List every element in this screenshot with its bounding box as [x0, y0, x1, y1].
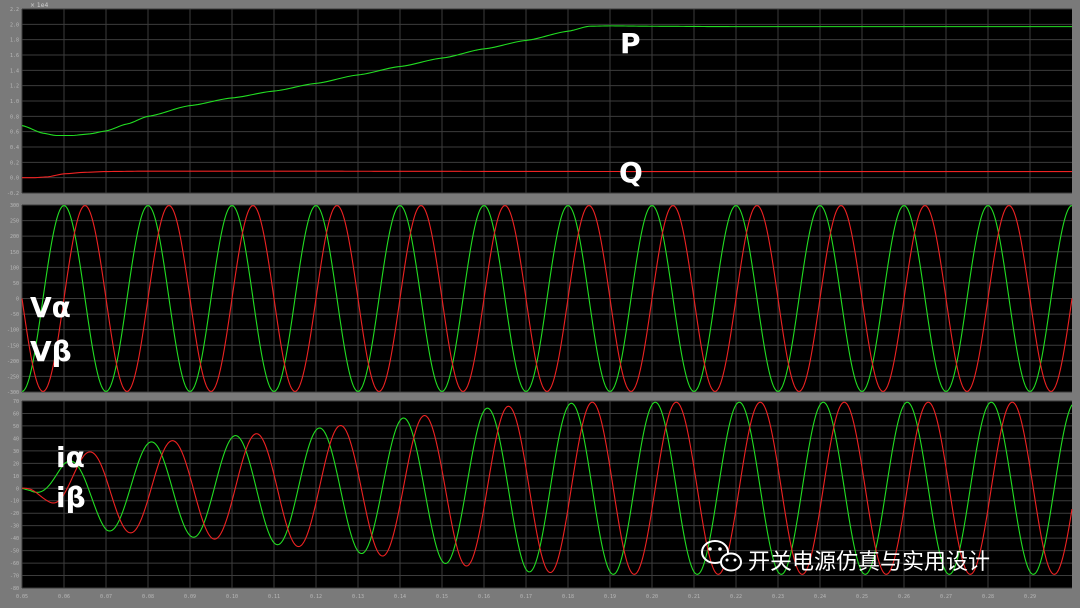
y-tick-label: -40	[10, 536, 19, 542]
label-i-beta: iβ	[56, 481, 86, 514]
x-tick-label: 0.17	[520, 594, 532, 600]
y-tick-label: -150	[7, 343, 19, 349]
y-tick-label: 2.2	[10, 7, 19, 13]
label-q: Q	[619, 156, 643, 189]
panel-current-yticks: 70 60 50 40 30 20 10 0 -10 -20 -30 -40 -50 -60 -70 -80	[10, 399, 19, 592]
y-tick-label: 0	[16, 486, 19, 492]
oscilloscope-view: -0.2 0.0 0.2 0.4 0.6 0.8 1.0 1.2 1.4 1.6 1.8 2.0 2.2…	[7, 2, 1073, 600]
y-tick-label: -50	[10, 549, 19, 555]
x-tick-label: 0.11	[268, 594, 280, 600]
y-tick-label: 200	[10, 234, 19, 240]
y-tick-label: -20	[10, 511, 19, 517]
x-tick-label: 0.10	[226, 594, 238, 600]
x-tick-label: 0.05	[16, 594, 28, 600]
y-tick-label: 40	[13, 436, 19, 442]
x-tick-label: 0.22	[730, 594, 742, 600]
x-tick-label: 0.24	[814, 594, 826, 600]
y-tick-label: 2.0	[10, 22, 19, 28]
y-tick-label: -100	[7, 328, 19, 334]
x-tick-label: 0.21	[688, 594, 700, 600]
y-tick-label: 50	[13, 281, 19, 287]
y-tick-label: 1.6	[10, 53, 19, 59]
panel-voltage: 300 250 200 150 100 50 0 -50 -100 -150 -200 -250 -30…	[7, 203, 1073, 396]
x-tick-label: 0.23	[772, 594, 784, 600]
x-tick-label: 0.15	[436, 594, 448, 600]
x-tick-label: 0.07	[100, 594, 112, 600]
y-tick-label: 30	[13, 449, 19, 455]
y-tick-label: -200	[7, 359, 19, 365]
y-tick-label: 10	[13, 474, 19, 480]
label-v-beta: Vβ	[30, 335, 72, 368]
x-tick-label: 0.13	[352, 594, 364, 600]
y-tick-label: -250	[7, 374, 19, 380]
x-tick-label: 0.12	[310, 594, 322, 600]
label-p: P	[620, 27, 641, 60]
x-tick-label: 0.29	[1024, 594, 1036, 600]
x-tick-label: 0.19	[604, 594, 616, 600]
x-tick-label: 0.18	[562, 594, 574, 600]
y-tick-label: -70	[10, 574, 19, 580]
y-tick-label: -10	[10, 499, 19, 505]
x-tick-label: 0.28	[982, 594, 994, 600]
x-tick-label: 0.06	[58, 594, 70, 600]
y-tick-label: 50	[13, 424, 19, 430]
y-tick-label: 150	[10, 250, 19, 256]
y-tick-label: 0.8	[10, 114, 19, 120]
y-tick-label: -60	[10, 561, 19, 567]
x-tick-label: 0.27	[940, 594, 952, 600]
y-tick-label: -80	[10, 586, 19, 592]
y-tick-label: 60	[13, 411, 19, 417]
y-tick-label: 1.0	[10, 99, 19, 105]
x-tick-label: 0.08	[142, 594, 154, 600]
panel-power-yticks: -0.2 0.0 0.2 0.4 0.6 0.8 1.0 1.2 1.4 1.6 1.8 2.0 2.2	[7, 7, 19, 197]
panel-voltage-yticks: 300 250 200 150 100 50 0 -50 -100 -150 -200 -250 -30…	[7, 203, 19, 396]
y-tick-label: 1.8	[10, 38, 19, 44]
y-tick-label: 0.2	[10, 160, 19, 166]
x-tick-label: 0.09	[184, 594, 196, 600]
y-tick-label: 0.0	[10, 176, 19, 182]
y-tick-label: 1.2	[10, 84, 19, 90]
panel-power: -0.2 0.0 0.2 0.4 0.6 0.8 1.0 1.2 1.4 1.6 1.8 2.0 2.2…	[7, 2, 1072, 197]
y-tick-label: -0.2	[7, 191, 19, 197]
y-tick-label: 100	[10, 265, 19, 271]
y-tick-label: -50	[10, 312, 19, 318]
watermark-text: 开关电源仿真与实用设计	[748, 550, 990, 575]
y-tick-label: 250	[10, 219, 19, 225]
y-tick-label: -30	[10, 524, 19, 530]
y-tick-label: 0.6	[10, 130, 19, 136]
label-i-alpha: iα	[56, 441, 85, 474]
y-tick-label: 20	[13, 461, 19, 467]
x-tick-label: 0.25	[856, 594, 868, 600]
y-tick-label: 0	[16, 297, 19, 303]
x-tick-label: 0.20	[646, 594, 658, 600]
label-v-alpha: Vα	[30, 291, 71, 324]
y-tick-label: 300	[10, 203, 19, 209]
y-tick-label: 70	[13, 399, 19, 405]
y-tick-label: 0.4	[10, 145, 19, 151]
exponent-label: × 1e4	[30, 2, 48, 9]
x-axis-ticks: 0.05 0.06 0.07 0.08 0.09 0.10 0.11 0.12 0.13 0.14…	[16, 594, 1036, 600]
x-tick-label: 0.26	[898, 594, 910, 600]
y-tick-label: -300	[7, 390, 19, 396]
y-tick-label: 1.4	[10, 68, 19, 74]
x-tick-label: 0.16	[478, 594, 490, 600]
x-tick-label: 0.14	[394, 594, 406, 600]
